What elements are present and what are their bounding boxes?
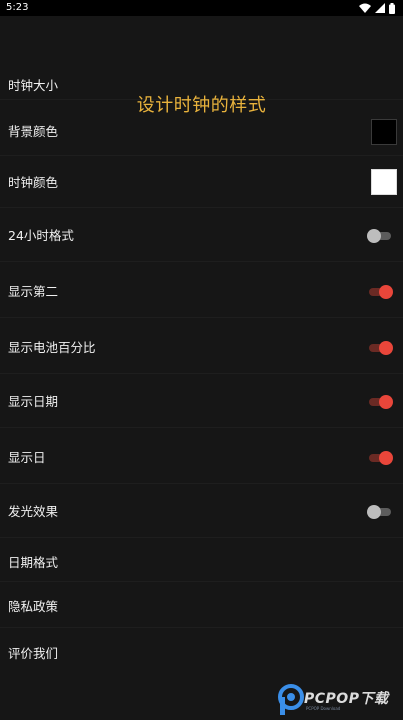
setting-label: 隐私政策 [8,599,59,614]
background-color-swatch[interactable] [371,119,397,145]
signal-icon [375,3,385,13]
status-icons [359,2,395,14]
watermark: PCPOP下载 PCPOP Download [278,682,403,716]
setting-label: 显示日期 [8,394,59,409]
setting-label: 评价我们 [8,646,59,661]
settings-screen: 时钟大小 设计时钟的样式 背景颜色 时钟颜色 24小时格式 显示第二 显示电池百… [0,16,403,720]
glow-effect-toggle[interactable] [367,505,393,519]
setting-label: 发光效果 [8,504,59,519]
wifi-icon [359,3,371,13]
clock-color-swatch[interactable] [371,169,397,195]
status-bar: 5:23 [0,0,403,16]
format-24h-toggle[interactable] [367,229,393,243]
setting-show-date[interactable]: 显示日期 [0,374,403,428]
show-day-toggle[interactable] [367,451,393,465]
setting-rate-us[interactable]: 评价我们 [0,628,403,674]
setting-show-battery[interactable]: 显示电池百分比 [0,318,403,374]
setting-label: 时钟颜色 [8,175,59,190]
setting-date-format[interactable]: 日期格式 [0,538,403,582]
show-battery-toggle[interactable] [367,341,393,355]
setting-privacy-policy[interactable]: 隐私政策 [0,582,403,628]
battery-icon [389,2,395,14]
show-seconds-toggle[interactable] [367,285,393,299]
setting-label: 日期格式 [8,555,59,570]
setting-label: 显示日 [8,450,46,465]
setting-show-seconds[interactable]: 显示第二 [0,262,403,318]
setting-glow-effect[interactable]: 发光效果 [0,484,403,538]
setting-label: 24小时格式 [8,228,74,243]
show-date-toggle[interactable] [367,395,393,409]
setting-label: 时钟大小 [8,78,59,93]
setting-clock-color[interactable]: 时钟颜色 [0,156,403,208]
setting-label: 背景颜色 [8,124,59,139]
status-time: 5:23 [6,2,29,13]
watermark-subtext: PCPOP Download [306,706,341,711]
setting-background-color[interactable]: 背景颜色 [0,106,403,156]
setting-24h-format[interactable]: 24小时格式 [0,208,403,262]
setting-label: 显示第二 [8,284,59,299]
setting-show-day[interactable]: 显示日 [0,428,403,484]
watermark-text: PCPOP下载 [304,691,389,707]
setting-label: 显示电池百分比 [8,340,96,355]
